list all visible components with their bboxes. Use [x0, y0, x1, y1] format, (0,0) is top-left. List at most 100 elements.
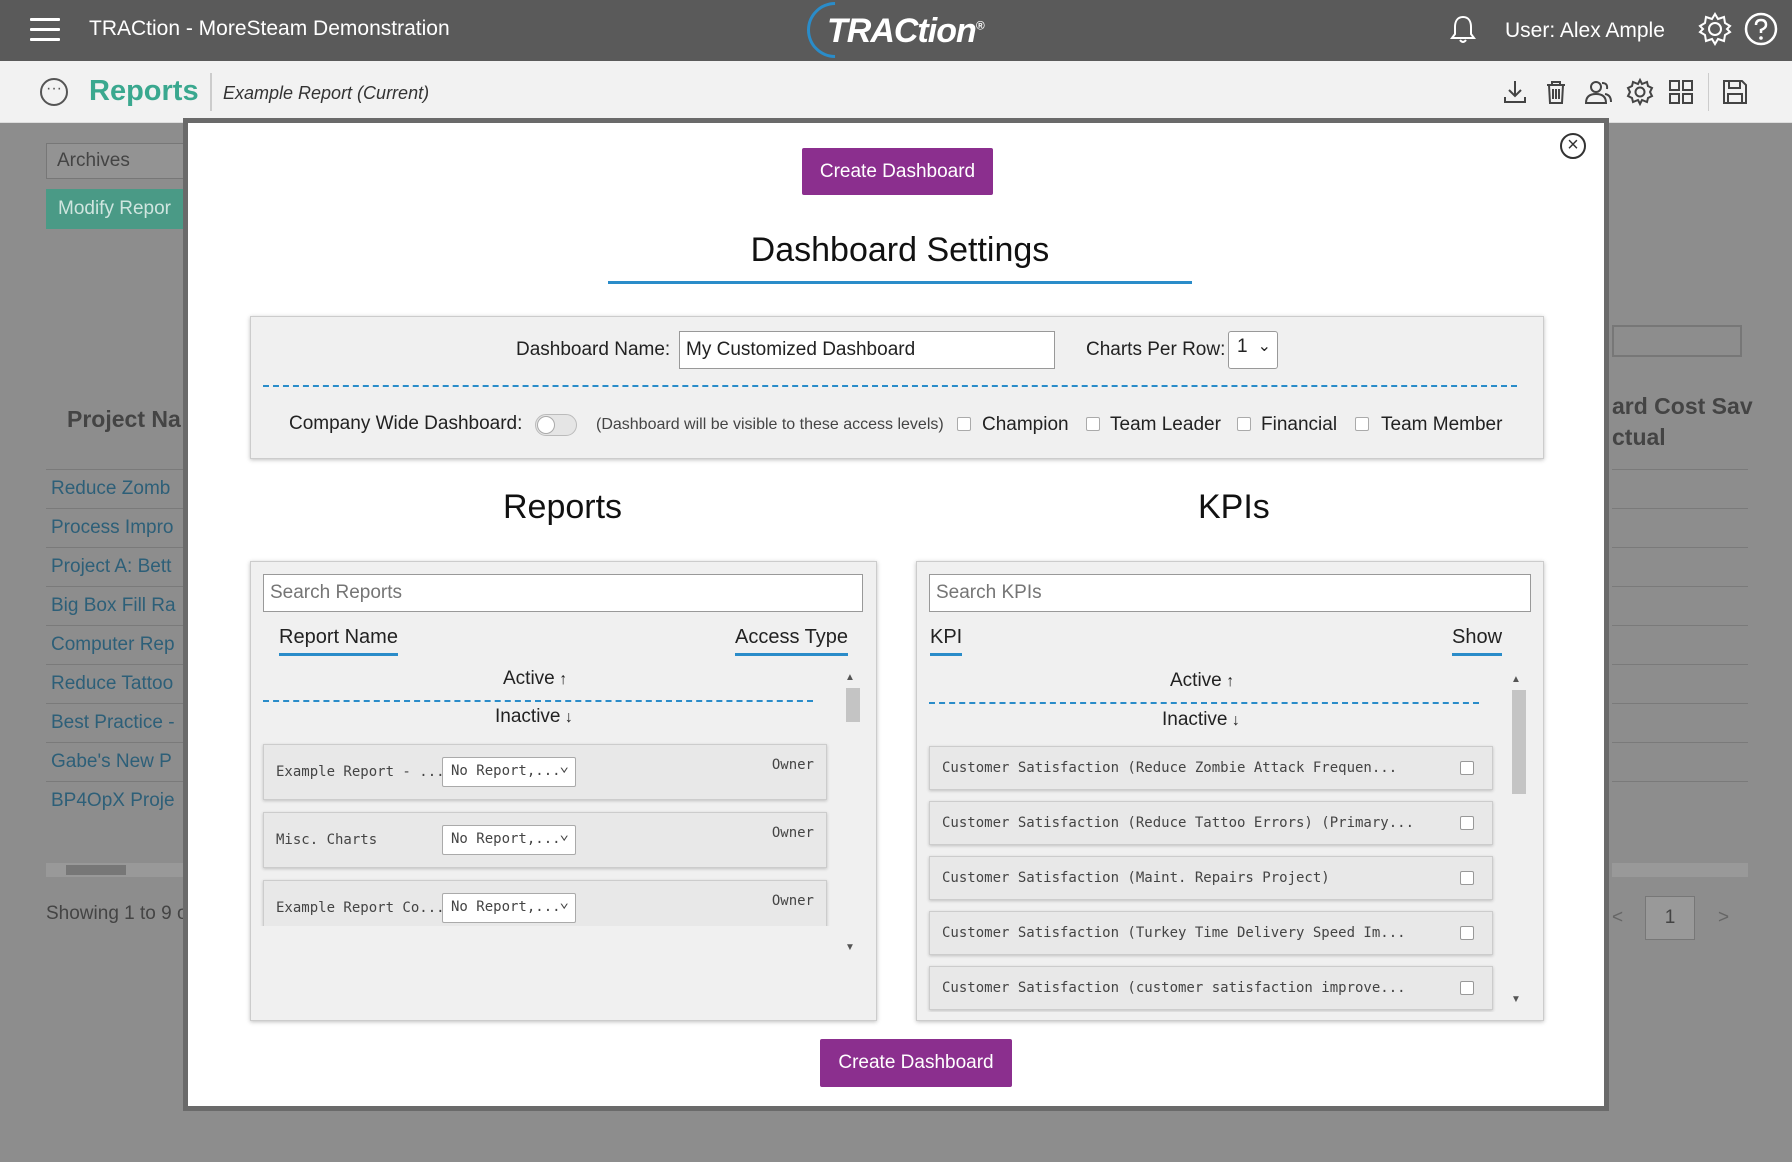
kpi-item[interactable]: Customer Satisfaction (Reduce Zombie Att… [929, 746, 1493, 790]
access-type-column-header[interactable]: Access Type [735, 626, 849, 656]
report-name-column-header[interactable]: Report Name [279, 626, 398, 656]
team-member-label: Team Member [1381, 414, 1503, 435]
save-icon[interactable] [1720, 77, 1750, 107]
inactive-group-label[interactable]: Inactive [495, 706, 573, 728]
kpi-show-checkbox[interactable] [1460, 761, 1474, 775]
gear-icon[interactable] [1697, 11, 1733, 47]
table-row [1612, 742, 1748, 781]
kpis-section-title: KPIs [1198, 488, 1270, 526]
kpi-item[interactable]: Customer Satisfaction (customer satisfac… [929, 966, 1493, 1010]
scroll-down-icon[interactable]: ▼ [845, 942, 855, 953]
report-item-select[interactable]: No Report,... [442, 892, 576, 923]
kpi-column-header[interactable]: KPI [930, 626, 963, 656]
close-icon[interactable]: × [1560, 133, 1586, 159]
champion-checkbox[interactable] [957, 417, 971, 431]
report-item-access: Owner [771, 757, 814, 773]
kpis-scrollbar[interactable]: ▲ ▼ [1509, 674, 1527, 1014]
download-icon[interactable] [1500, 77, 1530, 107]
active-group-label[interactable]: Active [503, 668, 567, 690]
visibility-note: (Dashboard will be visible to these acce… [596, 416, 944, 433]
report-item-name: Example Report - ... [276, 764, 445, 780]
kpi-item-name: Customer Satisfaction (Reduce Zombie Att… [942, 760, 1398, 776]
help-icon[interactable] [1743, 11, 1779, 47]
kpi-item-name: Customer Satisfaction (Turkey Time Deliv… [942, 925, 1406, 941]
active-group-label[interactable]: Active [1170, 670, 1234, 692]
charts-per-row-label: Charts Per Row: [1086, 339, 1226, 360]
grid-icon[interactable] [1666, 77, 1696, 107]
table-row [1612, 625, 1748, 664]
group-divider [929, 702, 1479, 704]
trash-icon[interactable] [1541, 77, 1571, 107]
kpi-show-checkbox[interactable] [1460, 981, 1474, 995]
search-reports-input[interactable] [263, 574, 863, 612]
team-leader-checkbox[interactable] [1086, 417, 1100, 431]
team-member-checkbox[interactable] [1355, 417, 1369, 431]
company-wide-label: Company Wide Dashboard: [289, 413, 523, 434]
kpi-show-checkbox[interactable] [1460, 816, 1474, 830]
dashboard-name-input[interactable] [679, 331, 1055, 369]
report-item[interactable]: Misc. Charts No Report,... Owner [263, 812, 827, 868]
reports-scrollbar[interactable]: ▲ ▼ [843, 672, 861, 962]
app-title: TRACtion - MoreSteam Demonstration [89, 17, 450, 40]
kpi-item-name: Customer Satisfaction (Maint. Repairs Pr… [942, 870, 1330, 886]
user-label[interactable]: User: Alex Ample [1505, 19, 1665, 43]
modal-title: Dashboard Settings [750, 231, 1050, 269]
show-column-header[interactable]: Show [1452, 626, 1503, 656]
group-divider [263, 700, 813, 702]
next-page[interactable]: > [1718, 907, 1729, 929]
chevron-down-icon: ⌄ [1257, 338, 1271, 355]
champion-label: Champion [982, 414, 1069, 435]
report-item[interactable]: Example Report - ... No Report,... Owner [263, 744, 827, 800]
settings-icon[interactable] [1625, 77, 1655, 107]
table-row [1612, 703, 1748, 742]
kpi-show-checkbox[interactable] [1460, 926, 1474, 940]
scroll-up-icon[interactable]: ▲ [845, 672, 855, 683]
more-icon[interactable]: ··· [40, 78, 68, 106]
charts-per-row-select[interactable]: 1 ⌄ [1228, 331, 1278, 369]
showing-text: Showing 1 to 9 o [46, 903, 188, 924]
search-box[interactable] [1612, 325, 1742, 357]
dashboard-name-label: Dashboard Name: [516, 339, 671, 360]
divider [210, 73, 212, 111]
kpi-item[interactable]: Customer Satisfaction (Reduce Tattoo Err… [929, 801, 1493, 845]
search-kpis-input[interactable] [929, 574, 1531, 612]
report-item-select[interactable]: No Report,... [442, 824, 576, 855]
inactive-group-label[interactable]: Inactive [1162, 709, 1240, 731]
reports-panel: Report Name Access Type Active Inactive … [250, 561, 877, 1021]
report-item[interactable]: Example Report Co... No Report,... Owner [263, 880, 827, 926]
table-row [1612, 664, 1748, 703]
scroll-thumb[interactable] [1512, 690, 1526, 794]
menu-icon[interactable] [30, 18, 60, 42]
current-report-name: Example Report (Current) [223, 83, 430, 103]
logo-registered-mark: ® [975, 18, 985, 33]
create-dashboard-button-bottom[interactable]: Create Dashboard [820, 1039, 1012, 1087]
reports-list: Example Report - ... No Report,... Owner… [251, 734, 841, 926]
cost-savings-header-line1: ard Cost Sav [1612, 393, 1753, 419]
section-divider [263, 385, 1517, 387]
kpi-show-checkbox[interactable] [1460, 871, 1474, 885]
page-number[interactable]: 1 [1645, 896, 1695, 940]
traction-logo: TRACtion® [795, 0, 987, 70]
scroll-down-icon[interactable]: ▼ [1511, 994, 1521, 1005]
report-item-select[interactable]: No Report,... [442, 756, 576, 787]
top-bar: TRACtion - MoreSteam Demonstration TRACt… [0, 0, 1792, 70]
financial-checkbox[interactable] [1237, 417, 1251, 431]
scroll-up-icon[interactable]: ▲ [1511, 674, 1521, 685]
bell-icon[interactable] [1448, 14, 1478, 46]
kpi-item[interactable]: Customer Satisfaction (Maint. Repairs Pr… [929, 856, 1493, 900]
horizontal-scrollbar-right[interactable] [1612, 863, 1748, 877]
kpi-item[interactable]: Customer Satisfaction (Turkey Time Deliv… [929, 911, 1493, 955]
table-row [1612, 586, 1748, 625]
create-dashboard-button-top[interactable]: Create Dashboard [802, 148, 993, 195]
scroll-thumb[interactable] [846, 688, 860, 722]
table-row [1612, 469, 1748, 508]
users-icon[interactable] [1583, 77, 1613, 107]
kpis-list: Customer Satisfaction (Reduce Zombie Att… [917, 742, 1507, 1012]
divider [1708, 73, 1709, 111]
financial-label: Financial [1261, 414, 1338, 435]
report-item-name: Misc. Charts [276, 832, 378, 848]
prev-page[interactable]: < [1612, 907, 1623, 929]
company-wide-toggle[interactable] [535, 414, 577, 436]
table-row [1612, 781, 1748, 820]
settings-panel: Dashboard Name: Charts Per Row: 1 ⌄ Comp… [250, 316, 1544, 459]
